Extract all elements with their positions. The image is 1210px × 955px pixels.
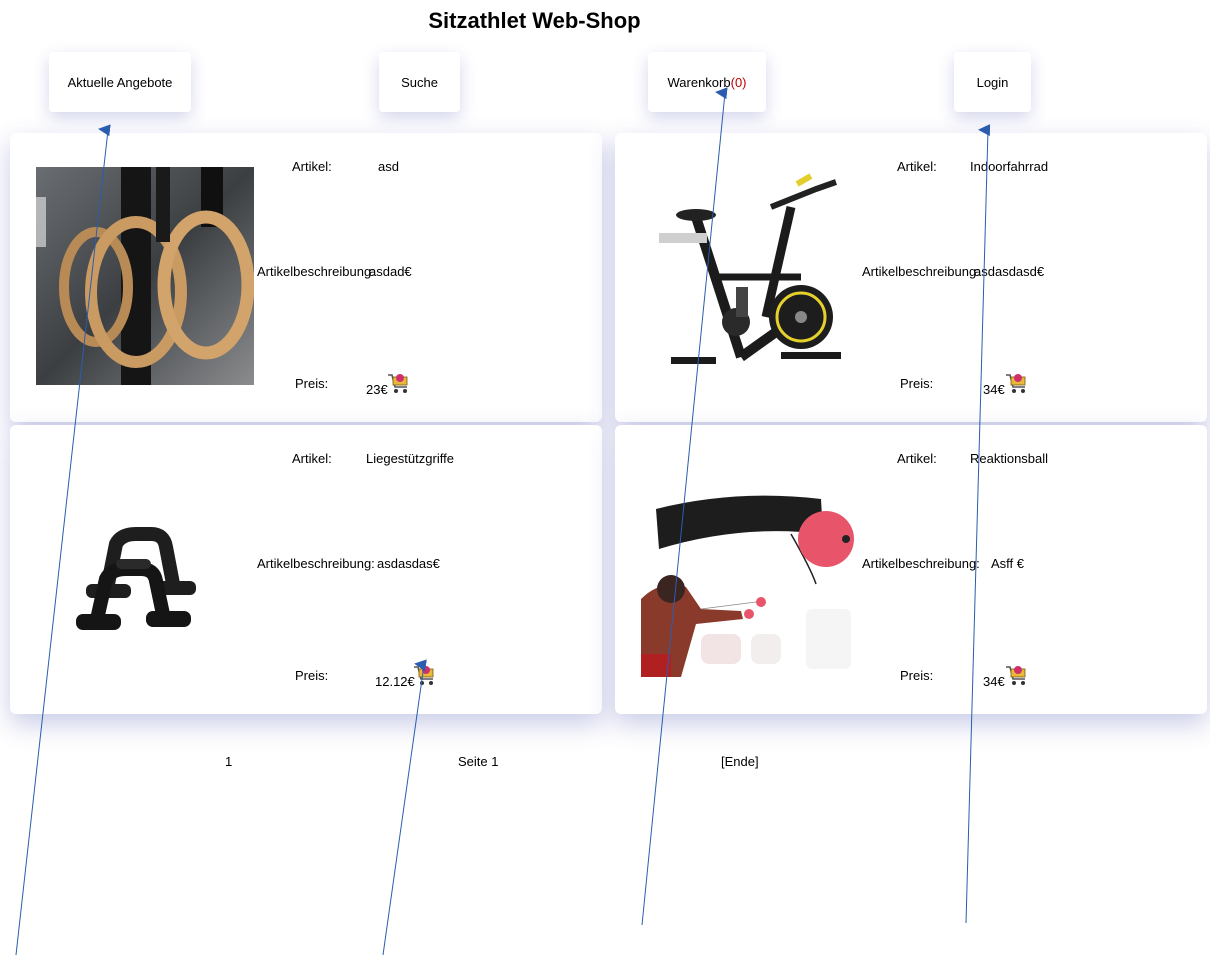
product-image-gymnastic-rings[interactable] (36, 167, 254, 385)
article-description: Asff € (991, 556, 1025, 571)
nav-login-label: Login (976, 74, 1009, 90)
product-card: Artikel: asd Artikelbeschreibung: asdad€… (10, 133, 602, 422)
price-label: Preis: (295, 668, 329, 683)
nav-cart-label: Warenkorb (667, 74, 731, 90)
product-card: Artikel: Reaktionsball Artikelbeschreibu… (615, 425, 1207, 714)
nav-offers-label: Aktuelle Angebote (67, 74, 173, 90)
product-image-pushup-handles[interactable] (36, 459, 254, 677)
cart-count-badge: (0) (730, 74, 747, 90)
product-card: Artikel: Liegestützgriffe Artikelbeschre… (10, 425, 602, 714)
article-description: asdasdas€ (377, 556, 440, 571)
article-name: asd (378, 159, 399, 174)
article-name: Liegestützgriffe (366, 451, 454, 466)
description-label: Artikelbeschreibung: (862, 264, 980, 279)
article-price: 12.12€ (375, 674, 415, 689)
nav-cart-button[interactable]: Warenkorb (0) (648, 52, 766, 112)
nav-search-label: Suche (401, 74, 438, 90)
article-price: 23€ (366, 382, 388, 397)
article-price: 34€ (983, 674, 1005, 689)
price-label: Preis: (900, 376, 934, 391)
article-label: Artikel: (292, 451, 332, 466)
product-image-reflex-ball[interactable] (641, 459, 859, 677)
page-title: Sitzathlet Web-Shop (428, 8, 641, 33)
add-to-cart-icon[interactable] (413, 663, 437, 687)
article-name: Indoorfahrrad (970, 159, 1049, 174)
product-card: Artikel: Indoorfahrrad Artikelbeschreibu… (615, 133, 1207, 422)
pagination-end-link[interactable]: [Ende] (721, 754, 759, 769)
article-name: Reaktionsball (970, 451, 1049, 466)
article-description: asdasdasd€ (974, 264, 1045, 279)
add-to-cart-icon[interactable] (1005, 371, 1029, 395)
article-label: Artikel: (897, 451, 937, 466)
article-label: Artikel: (292, 159, 332, 174)
pagination-page-link[interactable]: Seite 1 (458, 754, 498, 769)
price-label: Preis: (900, 668, 934, 683)
add-to-cart-icon[interactable] (1005, 663, 1029, 687)
article-label: Artikel: (897, 159, 937, 174)
description-label: Artikelbeschreibung: (862, 556, 980, 571)
nav-login-button[interactable]: Login (954, 52, 1031, 112)
add-to-cart-icon[interactable] (387, 371, 411, 395)
nav-search-button[interactable]: Suche (379, 52, 460, 112)
product-image-indoor-bike[interactable] (641, 167, 859, 385)
description-label: Artikelbeschreibung: (257, 264, 375, 279)
nav-offers-button[interactable]: Aktuelle Angebote (49, 52, 191, 112)
article-price: 34€ (983, 382, 1005, 397)
pagination-current: 1 (225, 754, 233, 769)
article-description: asdad€ (369, 264, 412, 279)
description-label: Artikelbeschreibung: (257, 556, 375, 571)
price-label: Preis: (295, 376, 329, 391)
